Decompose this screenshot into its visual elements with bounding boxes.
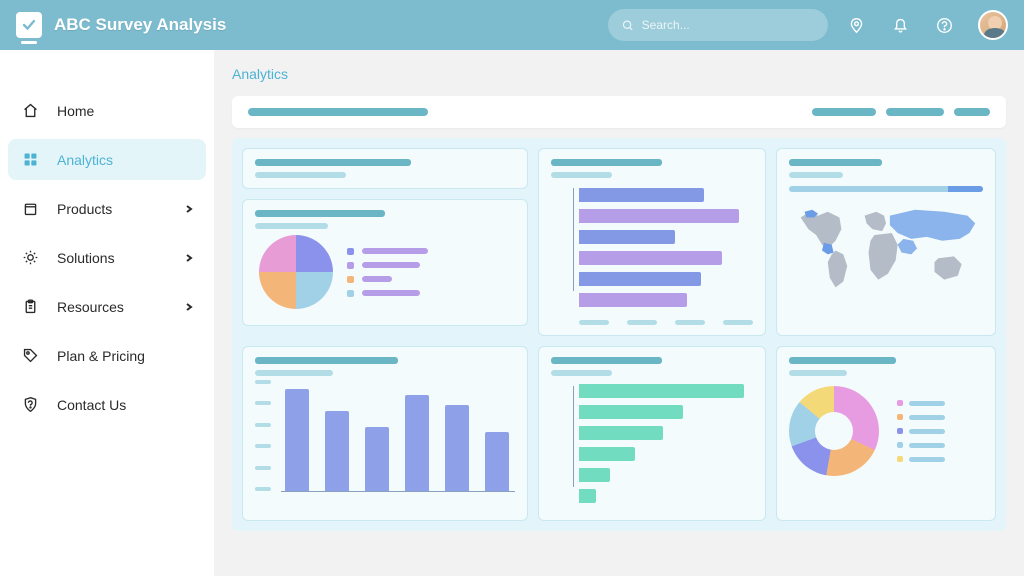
grid-icon — [22, 151, 39, 168]
sidebar-item-contact[interactable]: Contact Us — [8, 384, 206, 425]
shield-icon — [22, 396, 39, 413]
chevron-right-icon — [184, 299, 194, 315]
legend-item — [897, 442, 945, 448]
page-title: Analytics — [232, 66, 1006, 82]
clipboard-icon — [22, 298, 39, 315]
card-title-placeholder — [789, 159, 882, 166]
tab-bar — [232, 96, 1006, 128]
search-icon — [622, 19, 634, 32]
home-icon — [22, 102, 39, 119]
tag-icon — [22, 347, 39, 364]
ghbar-chart — [551, 376, 753, 503]
card-title-placeholder — [789, 357, 896, 364]
pie-legend — [347, 248, 511, 297]
legend-item — [897, 414, 945, 420]
card-title-placeholder — [255, 210, 385, 217]
legend-item — [347, 290, 511, 297]
sidebar-item-label: Solutions — [57, 250, 115, 266]
app-header: ABC Survey Analysis — [0, 0, 1024, 50]
sidebar-item-home[interactable]: Home — [8, 90, 206, 131]
legend-item — [897, 456, 945, 462]
card-title-placeholder — [255, 357, 398, 364]
donut-chart — [789, 386, 879, 476]
tab-leading-placeholder — [248, 108, 428, 116]
card-subtitle-placeholder — [789, 172, 843, 178]
hbar-chart — [551, 178, 753, 307]
vbar-yaxis-ticks — [255, 380, 271, 491]
sidebar-item-plan-pricing[interactable]: Plan & Pricing — [8, 335, 206, 376]
sidebar-item-label: Plan & Pricing — [57, 348, 145, 364]
card-hbar — [538, 148, 766, 336]
main-content: Analytics — [214, 50, 1024, 576]
card-summary — [242, 148, 528, 189]
card-stack — [242, 148, 528, 336]
sidebar-item-label: Resources — [57, 299, 124, 315]
card-title-placeholder — [551, 159, 662, 166]
sidebar-item-label: Contact Us — [57, 397, 126, 413]
sidebar-item-label: Analytics — [57, 152, 113, 168]
avatar[interactable] — [978, 10, 1008, 40]
dashboard-grid — [232, 138, 1006, 531]
bell-icon[interactable] — [884, 9, 916, 41]
card-ghbar — [538, 346, 766, 521]
tab-pill[interactable] — [886, 108, 944, 116]
legend-item — [347, 248, 511, 255]
legend-item — [897, 400, 945, 406]
sidebar: Home Analytics Products Solutions Resour… — [0, 50, 214, 576]
location-icon[interactable] — [840, 9, 872, 41]
card-vbar — [242, 346, 528, 521]
legend-item — [347, 276, 511, 283]
app-title: ABC Survey Analysis — [54, 15, 226, 35]
hbar-xaxis-ticks — [551, 314, 753, 325]
world-map — [789, 198, 983, 303]
legend-item — [347, 262, 511, 269]
sun-icon — [22, 249, 39, 266]
sidebar-item-solutions[interactable]: Solutions — [8, 237, 206, 278]
legend-item — [897, 428, 945, 434]
search-input[interactable] — [642, 18, 814, 32]
sidebar-item-products[interactable]: Products — [8, 188, 206, 229]
sidebar-item-analytics[interactable]: Analytics — [8, 139, 206, 180]
pie-chart — [259, 235, 333, 309]
card-map — [776, 148, 996, 336]
card-donut — [776, 346, 996, 521]
sidebar-item-resources[interactable]: Resources — [8, 286, 206, 327]
box-icon — [22, 200, 39, 217]
tab-pill[interactable] — [954, 108, 990, 116]
donut-legend — [897, 400, 945, 462]
help-icon[interactable] — [928, 9, 960, 41]
card-title-placeholder — [551, 357, 662, 364]
app-logo-icon — [16, 12, 42, 38]
sidebar-item-label: Products — [57, 201, 112, 217]
card-title-placeholder — [255, 159, 411, 166]
map-progress-bar — [789, 186, 983, 192]
tab-pill[interactable] — [812, 108, 876, 116]
card-subtitle-placeholder — [255, 172, 346, 178]
card-pie — [242, 199, 528, 326]
vbar-chart — [255, 376, 515, 491]
search-box[interactable] — [608, 9, 828, 41]
chevron-right-icon — [184, 250, 194, 266]
sidebar-item-label: Home — [57, 103, 94, 119]
chevron-right-icon — [184, 201, 194, 217]
